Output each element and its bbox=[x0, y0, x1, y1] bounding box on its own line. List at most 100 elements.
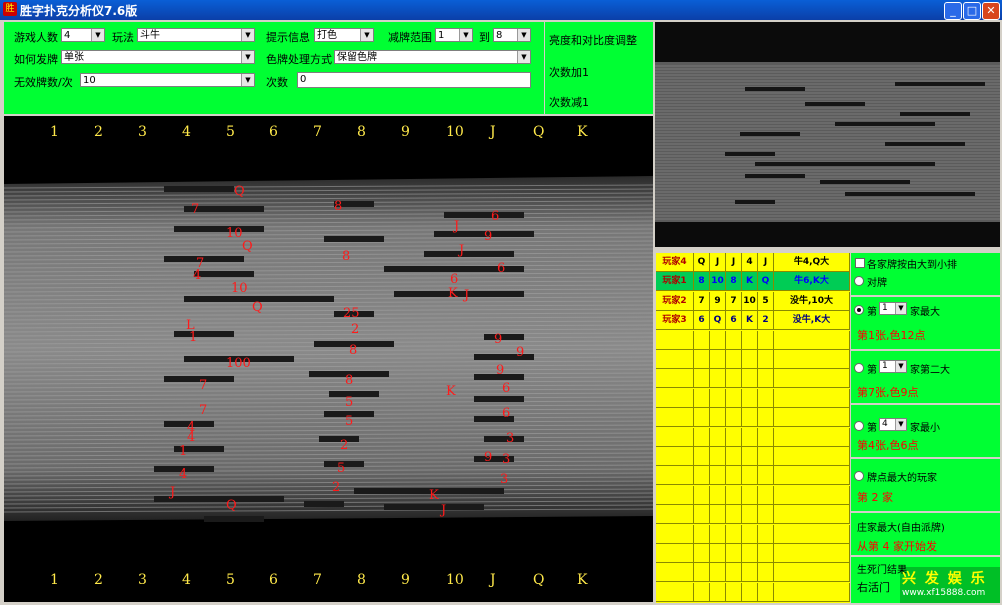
empty-cell bbox=[694, 369, 710, 388]
max-radio[interactable] bbox=[854, 305, 864, 315]
card-cell: K bbox=[742, 311, 758, 330]
players-label: 游戏人数 bbox=[14, 31, 58, 44]
sort-checkbox[interactable] bbox=[855, 258, 865, 268]
rank-label-bottom-6: 6 bbox=[269, 572, 278, 588]
invalid-label: 无效牌数/次 bbox=[14, 76, 73, 89]
banker-panel: 庄家最大(自由派牌) 从第 4 家开始发 bbox=[851, 513, 1000, 555]
preview-view bbox=[655, 22, 1000, 247]
maximize-button[interactable]: □ bbox=[963, 2, 981, 20]
empty-cell bbox=[758, 369, 774, 388]
card-label: 6 bbox=[502, 406, 511, 421]
hint-select[interactable]: 打色 ▼ bbox=[314, 28, 374, 42]
empty-cell bbox=[726, 408, 742, 427]
invalid-select[interactable]: 10 ▼ bbox=[80, 73, 255, 87]
second-player-value: 1 bbox=[882, 361, 888, 371]
players-select[interactable]: 4 ▼ bbox=[61, 28, 105, 42]
empty-cell bbox=[742, 505, 758, 524]
color-select[interactable]: 保留色牌 ▼ bbox=[334, 50, 531, 64]
brightness-button[interactable]: 亮度和对比度调整 bbox=[549, 32, 637, 48]
chevron-down-icon: ▼ bbox=[517, 29, 530, 41]
empty-cell bbox=[710, 330, 726, 349]
second-radio[interactable] bbox=[854, 363, 864, 373]
card-cell: 8 bbox=[726, 272, 742, 291]
deal-select[interactable]: 单张 ▼ bbox=[61, 50, 255, 64]
max-player-select[interactable]: 1 ▼ bbox=[879, 302, 907, 315]
empty-cell bbox=[656, 563, 694, 582]
color-label: 色牌处理方式 bbox=[266, 53, 332, 66]
empty-cell bbox=[710, 582, 726, 601]
reduce-to-label: 到 bbox=[479, 31, 490, 44]
max-panel: 第 1 ▼ 家最大 第1张,色12点 bbox=[851, 297, 1000, 349]
empty-cell bbox=[656, 369, 694, 388]
empty-cell bbox=[726, 524, 742, 543]
min-player-select[interactable]: 4 ▼ bbox=[879, 418, 907, 431]
card-label: 2 bbox=[332, 480, 341, 495]
rank-label-top-1: 1 bbox=[50, 124, 59, 140]
empty-cell bbox=[656, 524, 694, 543]
mode-select[interactable]: 斗牛 ▼ bbox=[137, 28, 255, 42]
table-row bbox=[656, 369, 850, 389]
empty-cell bbox=[656, 408, 694, 427]
min-suffix: 家最小 bbox=[910, 423, 940, 434]
min-radio[interactable] bbox=[854, 421, 864, 431]
card-cell: 2 bbox=[758, 311, 774, 330]
table-row bbox=[656, 544, 850, 563]
adjust-panel: 亮度和对比度调整 次数加1 次数减1 bbox=[545, 22, 653, 114]
empty-cell bbox=[710, 447, 726, 465]
pair-radio[interactable] bbox=[854, 276, 864, 286]
card-label: 7 bbox=[199, 378, 208, 393]
reduce-to-select[interactable]: 8 ▼ bbox=[493, 28, 531, 42]
close-button[interactable]: ✕ bbox=[982, 2, 1000, 20]
empty-cell bbox=[656, 505, 694, 524]
count-up-button[interactable]: 次数加1 bbox=[549, 64, 589, 80]
rank-label-bottom-4: 4 bbox=[182, 572, 191, 588]
card-label: 10 bbox=[226, 226, 243, 241]
table-row bbox=[656, 330, 850, 350]
reduce-from-select[interactable]: 1 ▼ bbox=[435, 28, 473, 42]
count-input[interactable]: 0 bbox=[297, 72, 531, 88]
watermark-url: www.xf15888.com bbox=[902, 588, 986, 598]
app-logo-icon: 胜 bbox=[3, 2, 17, 16]
card-label: K bbox=[448, 286, 458, 301]
empty-cell bbox=[694, 330, 710, 349]
empty-cell bbox=[758, 330, 774, 349]
card-label: J bbox=[441, 503, 447, 518]
second-suffix: 家第二大 bbox=[910, 365, 950, 376]
empty-cell bbox=[656, 427, 694, 446]
hint-label: 提示信息 bbox=[266, 31, 310, 44]
card-cell: 10 bbox=[710, 272, 726, 291]
chevron-down-icon: ▼ bbox=[241, 74, 254, 86]
empty-cell bbox=[656, 466, 694, 485]
card-label: 8 bbox=[349, 343, 358, 358]
rank-label-top-9: 9 bbox=[401, 124, 410, 140]
empty-cell bbox=[656, 544, 694, 562]
count-down-button[interactable]: 次数减1 bbox=[549, 94, 589, 110]
empty-cell bbox=[742, 350, 758, 368]
color-value: 保留色牌 bbox=[337, 52, 377, 63]
biggest-radio[interactable] bbox=[854, 471, 864, 481]
table-row bbox=[656, 524, 850, 544]
chevron-down-icon: ▼ bbox=[91, 29, 104, 41]
table-row bbox=[656, 563, 850, 583]
chevron-down-icon: ▼ bbox=[360, 29, 373, 41]
card-label: 7 bbox=[199, 403, 208, 418]
card-cell: 7 bbox=[694, 291, 710, 310]
empty-cell bbox=[758, 388, 774, 407]
rank-label-top-7: 7 bbox=[313, 124, 322, 140]
rank-label-top-5: 5 bbox=[226, 124, 235, 140]
second-player-select[interactable]: 1 ▼ bbox=[879, 360, 907, 373]
chevron-down-icon: ▼ bbox=[459, 29, 472, 41]
empty-cell bbox=[758, 466, 774, 485]
empty-cell bbox=[742, 330, 758, 349]
player-name-cell: 玩家1 bbox=[656, 272, 694, 291]
minimize-button[interactable]: _ bbox=[944, 2, 962, 20]
table-row bbox=[656, 388, 850, 408]
card-label: 9 bbox=[496, 363, 505, 378]
card-label: 9 bbox=[484, 229, 493, 244]
rank-label-bottom-10: 10 bbox=[446, 572, 464, 588]
table-row bbox=[656, 466, 850, 486]
rank-label-top-10: 10 bbox=[446, 124, 464, 140]
max-result: 第1张,色12点 bbox=[857, 329, 926, 342]
card-cell: Q bbox=[694, 253, 710, 271]
card-label: 8 bbox=[345, 373, 354, 388]
